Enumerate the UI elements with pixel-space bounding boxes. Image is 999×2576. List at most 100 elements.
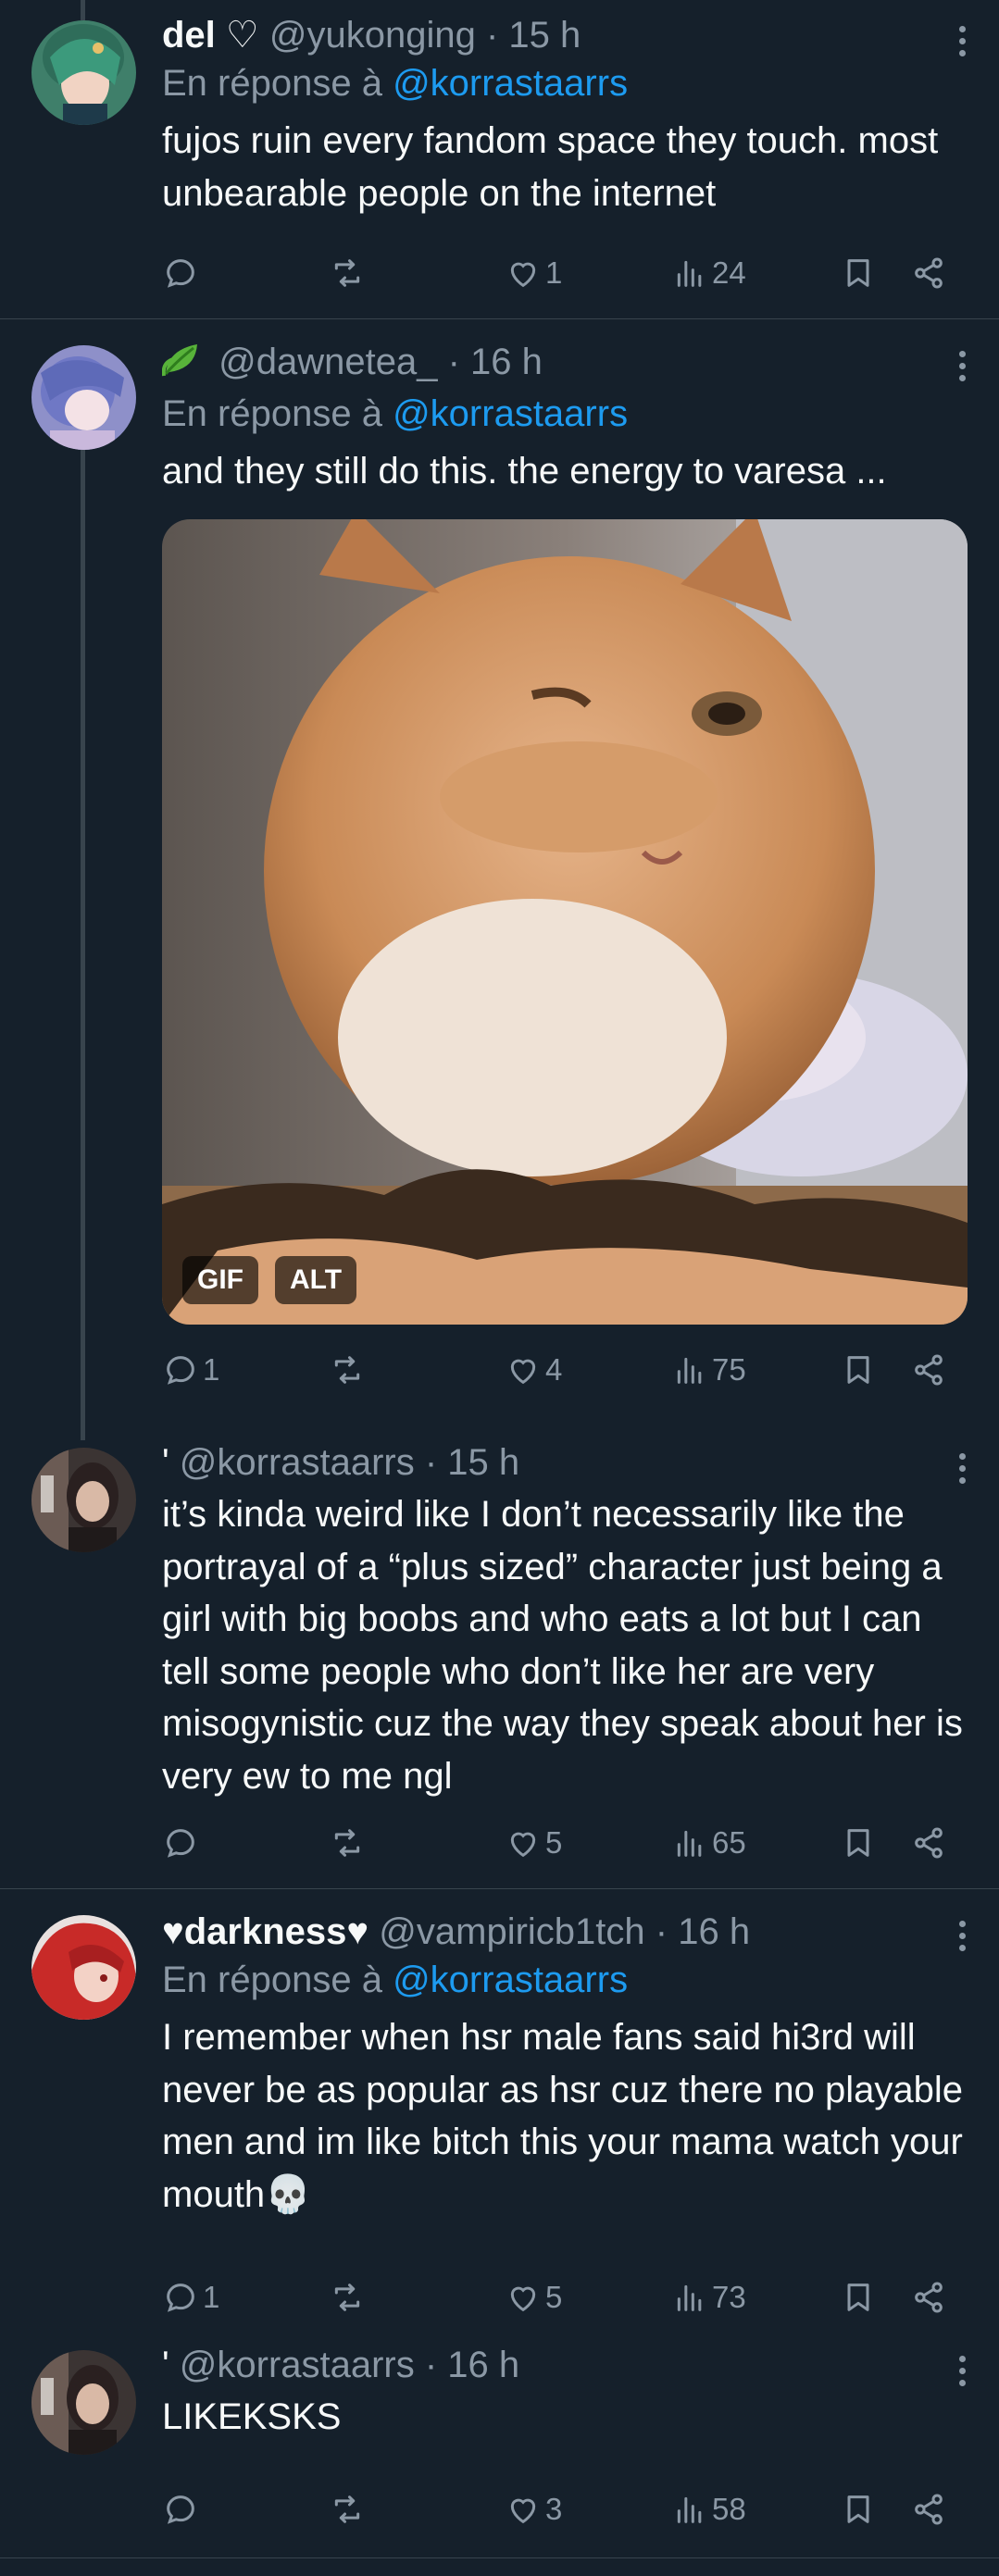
more-icon[interactable] <box>956 351 968 387</box>
reply-button[interactable] <box>162 2486 203 2532</box>
more-icon[interactable] <box>956 26 968 62</box>
bookmark-button[interactable] <box>840 2274 877 2321</box>
repost-icon <box>329 255 366 292</box>
reply-prefix: En réponse à <box>162 393 382 434</box>
tweet-5[interactable]: ' @korrastaarrs · 16 h LIKEKSKS 3 58 <box>0 2343 999 2557</box>
tweet-header: @dawnetea_ · 16 h <box>161 340 968 388</box>
like-count: 5 <box>545 1825 563 1860</box>
handle[interactable]: @vampiricb1tch <box>379 1911 644 1952</box>
reply-context: En réponse à @korrastaarrs <box>162 57 968 109</box>
reply-button[interactable]: 1 <box>162 1347 219 1393</box>
bookmark-button[interactable] <box>840 2486 877 2532</box>
display-name-apostrophe: ' <box>162 2345 169 2385</box>
like-count: 3 <box>545 2492 563 2526</box>
more-icon[interactable] <box>956 1453 968 1489</box>
bookmark-icon <box>840 1351 877 1388</box>
alt-badge[interactable]: ALT <box>275 1256 357 1304</box>
timestamp[interactable]: · 15 h <box>486 15 581 56</box>
more-icon[interactable] <box>956 2356 968 2392</box>
like-icon <box>505 1824 542 1861</box>
views-button[interactable]: 65 <box>671 1820 746 1866</box>
avatar[interactable] <box>31 345 136 450</box>
repost-icon <box>329 1824 366 1861</box>
like-button[interactable]: 5 <box>505 1820 562 1866</box>
share-icon <box>910 1824 947 1861</box>
handle[interactable]: @korrastaarrs <box>180 1442 415 1483</box>
divider <box>0 2557 999 2558</box>
tweet-2[interactable]: @dawnetea_ · 16 h En réponse à @korrasta… <box>0 319 999 1439</box>
handle[interactable]: @yukonging <box>269 15 476 56</box>
like-icon <box>505 2279 542 2316</box>
share-button[interactable] <box>910 2486 947 2532</box>
reply-mention-link[interactable]: @korrastaarrs <box>393 63 628 104</box>
bookmark-icon <box>840 2491 877 2528</box>
action-bar: 1 5 73 <box>162 2274 968 2321</box>
reply-mention-link[interactable]: @korrastaarrs <box>393 1960 628 2000</box>
reply-icon <box>162 1824 199 1861</box>
like-icon <box>505 2491 542 2528</box>
action-bar: 1 24 <box>162 250 968 296</box>
share-button[interactable] <box>910 2274 947 2321</box>
share-icon <box>910 255 947 292</box>
gif-media[interactable]: GIF ALT <box>162 519 968 1325</box>
avatar[interactable] <box>31 2350 136 2455</box>
avatar[interactable] <box>31 20 136 125</box>
reply-button[interactable] <box>162 250 203 296</box>
reply-context: En réponse à @korrastaarrs <box>162 1954 968 2006</box>
handle[interactable]: @korrastaarrs <box>180 2345 415 2385</box>
repost-button[interactable] <box>329 250 369 296</box>
bookmark-icon <box>840 255 877 292</box>
share-button[interactable] <box>910 1820 947 1866</box>
like-button[interactable]: 3 <box>505 2486 562 2532</box>
reply-mention-link[interactable]: @korrastaarrs <box>393 393 628 434</box>
views-button[interactable]: 75 <box>671 1347 746 1393</box>
reply-icon <box>162 2491 199 2528</box>
repost-button[interactable] <box>329 1820 369 1866</box>
more-icon[interactable] <box>956 1921 968 1957</box>
bookmark-button[interactable] <box>840 1820 877 1866</box>
tweet-text: I remember when hsr male fans said hi3rd… <box>162 2017 963 2215</box>
tweet-text: LIKEKSKS <box>162 2396 342 2437</box>
tweet-header: ' @korrastaarrs · 15 h <box>162 1440 968 1485</box>
tweet-3[interactable]: ' @korrastaarrs · 15 h it’s kinda weird … <box>0 1440 999 1888</box>
views-button[interactable]: 58 <box>671 2486 746 2532</box>
display-name[interactable]: ♥darkness♥ <box>162 1911 368 1952</box>
share-button[interactable] <box>910 250 947 296</box>
reply-button[interactable]: 1 <box>162 2274 219 2321</box>
handle[interactable]: @dawnetea_ <box>219 342 437 382</box>
timestamp[interactable]: · 15 h <box>425 1442 519 1483</box>
display-name-apostrophe: ' <box>162 1442 169 1483</box>
like-button[interactable]: 1 <box>505 250 562 296</box>
share-button[interactable] <box>910 1347 947 1393</box>
repost-button[interactable] <box>329 2486 369 2532</box>
repost-button[interactable] <box>329 1347 369 1393</box>
display-name[interactable]: del ♡ <box>162 15 259 56</box>
tweet-4[interactable]: ♥darkness♥ @vampiricb1tch · 16 h En répo… <box>0 1889 999 2343</box>
tweet-content: @dawnetea_ · 16 h En réponse à @korrasta… <box>161 340 968 498</box>
tweet-content: ' @korrastaarrs · 15 h it’s kinda weird … <box>162 1440 968 1802</box>
action-bar: 3 58 <box>162 2486 968 2532</box>
timestamp[interactable]: · 16 h <box>656 1911 750 1952</box>
like-icon <box>505 255 542 292</box>
share-icon <box>910 2491 947 2528</box>
views-count: 24 <box>712 255 746 290</box>
like-button[interactable]: 5 <box>505 2274 562 2321</box>
share-icon <box>910 1351 947 1388</box>
tweet-text: it’s kinda weird like I don’t necessaril… <box>162 1494 963 1797</box>
avatar[interactable] <box>31 1448 136 1552</box>
bookmark-button[interactable] <box>840 250 877 296</box>
tweet-1[interactable]: del ♡ @yukonging · 15 h En réponse à @ko… <box>0 0 999 318</box>
timestamp[interactable]: · 16 h <box>448 342 543 382</box>
views-button[interactable]: 73 <box>671 2274 746 2321</box>
timestamp[interactable]: · 16 h <box>425 2345 519 2385</box>
views-button[interactable]: 24 <box>671 250 746 296</box>
reply-prefix: En réponse à <box>162 63 382 104</box>
bookmark-button[interactable] <box>840 1347 877 1393</box>
views-icon <box>671 1824 708 1861</box>
tweet-content: ♥darkness♥ @vampiricb1tch · 16 h En répo… <box>162 1910 968 2221</box>
bookmark-icon <box>840 2279 877 2316</box>
like-button[interactable]: 4 <box>505 1347 562 1393</box>
repost-button[interactable] <box>329 2274 369 2321</box>
reply-button[interactable] <box>162 1820 203 1866</box>
avatar[interactable] <box>31 1915 136 2020</box>
